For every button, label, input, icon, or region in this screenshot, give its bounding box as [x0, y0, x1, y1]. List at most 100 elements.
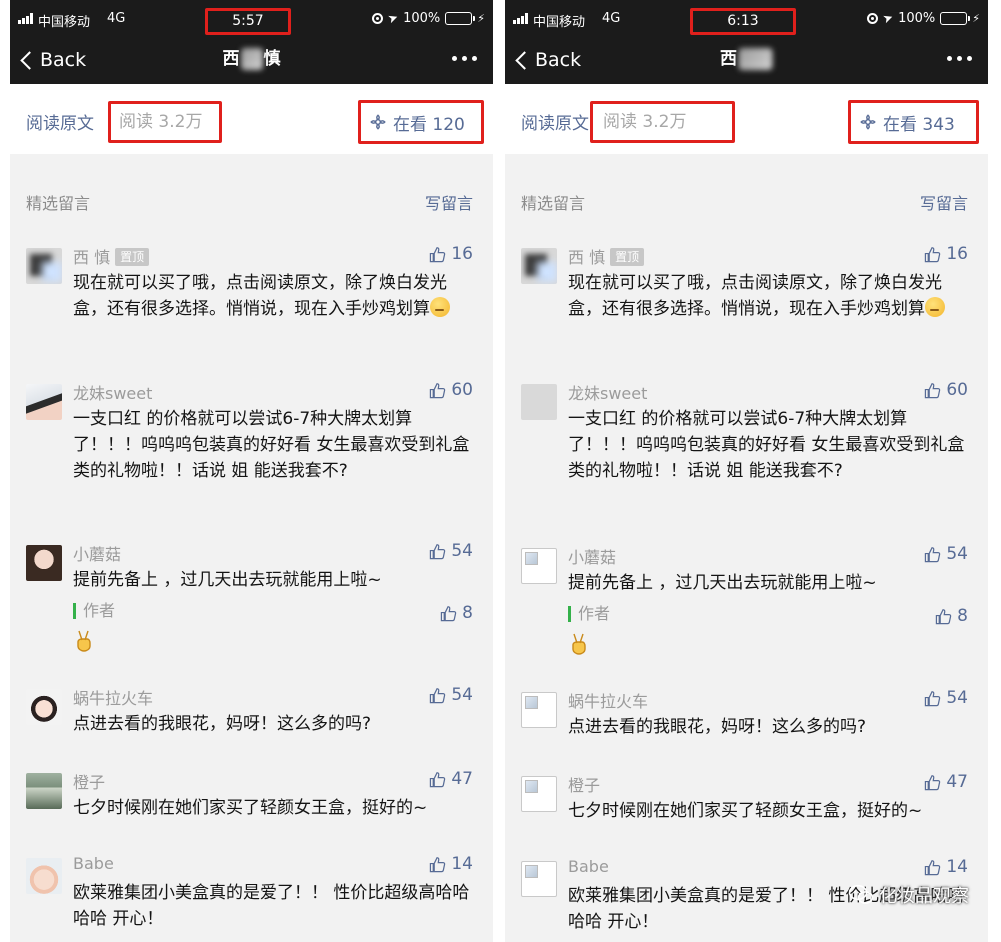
- comment-author: 橙子: [568, 776, 601, 795]
- like-button[interactable]: 47: [429, 769, 473, 789]
- author-reply: 作者 8: [568, 606, 968, 655]
- battery-icon: [445, 11, 476, 25]
- back-button[interactable]: Back: [513, 46, 581, 74]
- watching-button[interactable]: 在看 120: [358, 100, 484, 144]
- nav-bar: Back 西 慎: [10, 38, 493, 84]
- thumbs-up-icon: [430, 687, 446, 703]
- thumbs-up-icon: [430, 856, 446, 872]
- author-reply: 作者 8: [73, 603, 473, 652]
- avatar: [521, 776, 557, 812]
- top-bar: 中国移动 4G 5:57 ➤ 100% ⚡ Back 西慎: [10, 0, 493, 84]
- comment-text: 提前先备上 ，过几天出去玩就能用上啦~: [568, 573, 877, 593]
- article-stats-bar: 阅读原文 阅读 3.2万 在看 343: [505, 84, 988, 154]
- thumbs-up-icon: [925, 382, 941, 398]
- thumbs-up-icon: [430, 543, 446, 559]
- back-button[interactable]: Back: [18, 46, 86, 74]
- reply-like-button[interactable]: 8: [440, 603, 473, 623]
- comment-item: 橙子 47 七夕时候刚在她们家买了轻颜女王盒，挺好的~: [505, 772, 988, 842]
- chevron-left-icon: [515, 50, 534, 70]
- comment-author: 蜗牛拉火车: [73, 689, 154, 708]
- location-arrow-icon: ➤: [385, 9, 401, 27]
- comments-header: 精选留言 写留言: [505, 156, 988, 226]
- status-icons: ➤ 100% ⚡: [867, 10, 980, 26]
- page-title: 西: [720, 44, 773, 70]
- comment-item: 龙妹sweet 60 一支口红 的价格就可以尝试6-7种大牌太划算了！！！呜呜呜…: [10, 380, 493, 510]
- thumbs-up-icon: [925, 246, 941, 262]
- flower-icon: [860, 114, 876, 130]
- wechat-logo-icon: [848, 884, 874, 904]
- location-arrow-icon: ➤: [880, 9, 896, 27]
- comments-title: 精选留言: [521, 194, 586, 213]
- page-title-left: 西: [720, 49, 737, 69]
- avatar: [26, 858, 62, 894]
- comments-section: 精选留言 写留言 西 慎置顶 16 现在就可以买了哦，点击阅读原文，除了焕白发光…: [10, 156, 493, 942]
- more-menu-button[interactable]: [452, 56, 477, 61]
- phone-screen-right: 中国移动 4G 6:13 ➤ 100% ⚡ Back 西 阅读原文 阅读 3.2…: [505, 0, 988, 942]
- author-reply-label: 作者: [568, 606, 610, 622]
- like-button[interactable]: 14: [429, 854, 473, 874]
- comment-text: 现在就可以买了哦，点击阅读原文，除了焕白发光盒，还有很多选择。悄悄说，现在入手炒…: [568, 270, 968, 322]
- like-button[interactable]: 60: [429, 380, 473, 400]
- like-button[interactable]: 54: [924, 688, 968, 708]
- page-title-left: 西: [222, 49, 240, 69]
- like-count: 54: [946, 688, 968, 708]
- like-button[interactable]: 54: [429, 685, 473, 705]
- comment-author: 小蘑菇: [73, 545, 122, 564]
- like-button[interactable]: 16: [429, 244, 473, 264]
- author-name: 西 慎: [73, 248, 111, 267]
- comment-text: 点进去看的我眼花，妈呀！这么多的吗?: [568, 717, 867, 737]
- comment-item: 西 慎置顶 16 现在就可以买了哦，点击阅读原文，除了焕白发光盒，还有很多选择。…: [10, 244, 493, 354]
- comment-author: 龙妹sweet: [568, 384, 648, 403]
- charging-bolt-icon: ⚡: [972, 11, 980, 25]
- thumbs-up-icon: [430, 246, 446, 262]
- write-comment-button[interactable]: 写留言: [920, 190, 968, 214]
- back-label: Back: [40, 49, 87, 71]
- comment-text: 现在就可以买了哦，点击阅读原文，除了焕白发光盒，还有很多选择。悄悄说，现在入手炒…: [73, 270, 473, 322]
- like-button[interactable]: 54: [924, 544, 968, 564]
- status-time: 6:13: [690, 8, 796, 35]
- comment-item: 蜗牛拉火车 54 点进去看的我眼花，妈呀！这么多的吗?: [10, 685, 493, 755]
- like-button[interactable]: 54: [429, 541, 473, 561]
- read-original-link[interactable]: 阅读原文: [521, 109, 589, 134]
- thumbs-up-icon: [925, 859, 941, 875]
- comment-author: 西 慎置顶: [568, 244, 645, 268]
- reply-like-count: 8: [462, 603, 473, 623]
- like-button[interactable]: 47: [924, 772, 968, 792]
- like-count: 54: [451, 541, 473, 561]
- like-button[interactable]: 16: [924, 244, 968, 264]
- comment-item: 蜗牛拉火车 54 点进去看的我眼花，妈呀！这么多的吗?: [505, 688, 988, 758]
- comment-text: 欧莱雅集团小美盒真的是爱了！！ 性价比超级高哈哈哈哈 开心！: [73, 883, 470, 929]
- thumbs-up-icon: [430, 382, 446, 398]
- comment-item: 龙妹sweet 60 一支口红 的价格就可以尝试6-7种大牌太划算了！！！呜呜呜…: [505, 380, 988, 510]
- comment-item: Babe 14 欧莱雅集团小美盒真的是爱了！！ 性价比超级高哈哈哈哈 开心！: [10, 854, 493, 936]
- avatar: [521, 692, 557, 728]
- like-count: 54: [946, 544, 968, 564]
- watching-label: 在看 120: [393, 114, 465, 135]
- orientation-lock-icon: [372, 12, 384, 24]
- comment-text: 点进去看的我眼花，妈呀！这么多的吗?: [73, 714, 372, 734]
- read-original-link[interactable]: 阅读原文: [26, 109, 94, 134]
- reply-like-button[interactable]: 8: [935, 606, 968, 626]
- comment-text: 七夕时候刚在她们家买了轻颜女王盒，挺好的~: [73, 798, 428, 818]
- carrier-label: 中国移动: [38, 15, 91, 30]
- status-bar: 中国移动 4G 6:13 ➤ 100% ⚡: [505, 0, 988, 38]
- redaction-blur: [738, 48, 772, 70]
- comment-item: 橙子 47 七夕时候刚在她们家买了轻颜女王盒，挺好的~: [10, 769, 493, 839]
- nav-bar: Back 西: [505, 38, 988, 84]
- comment-text: 一支口红 的价格就可以尝试6-7种大牌太划算了！！！呜呜呜包装真的好好看 女生最…: [73, 409, 470, 481]
- avatar: [26, 384, 62, 420]
- page-title-right: 慎: [263, 49, 281, 69]
- battery-percent: 100%: [898, 10, 936, 26]
- article-stats-bar: 阅读原文 阅读 3.2万 在看 120: [10, 84, 493, 154]
- watching-button[interactable]: 在看 343: [848, 100, 979, 144]
- thumbs-up-icon: [440, 605, 457, 621]
- comment-text: 一支口红 的价格就可以尝试6-7种大牌太划算了！！！呜呜呜包装真的好好看 女生最…: [568, 409, 965, 481]
- signal-icon: [513, 13, 529, 24]
- more-menu-button[interactable]: [947, 56, 972, 61]
- write-comment-button[interactable]: 写留言: [425, 190, 473, 214]
- like-button[interactable]: 14: [924, 857, 968, 877]
- reply-like-count: 8: [957, 606, 968, 626]
- comment-author: Babe: [568, 857, 609, 876]
- like-button[interactable]: 60: [924, 380, 968, 400]
- battery-icon: [940, 11, 971, 25]
